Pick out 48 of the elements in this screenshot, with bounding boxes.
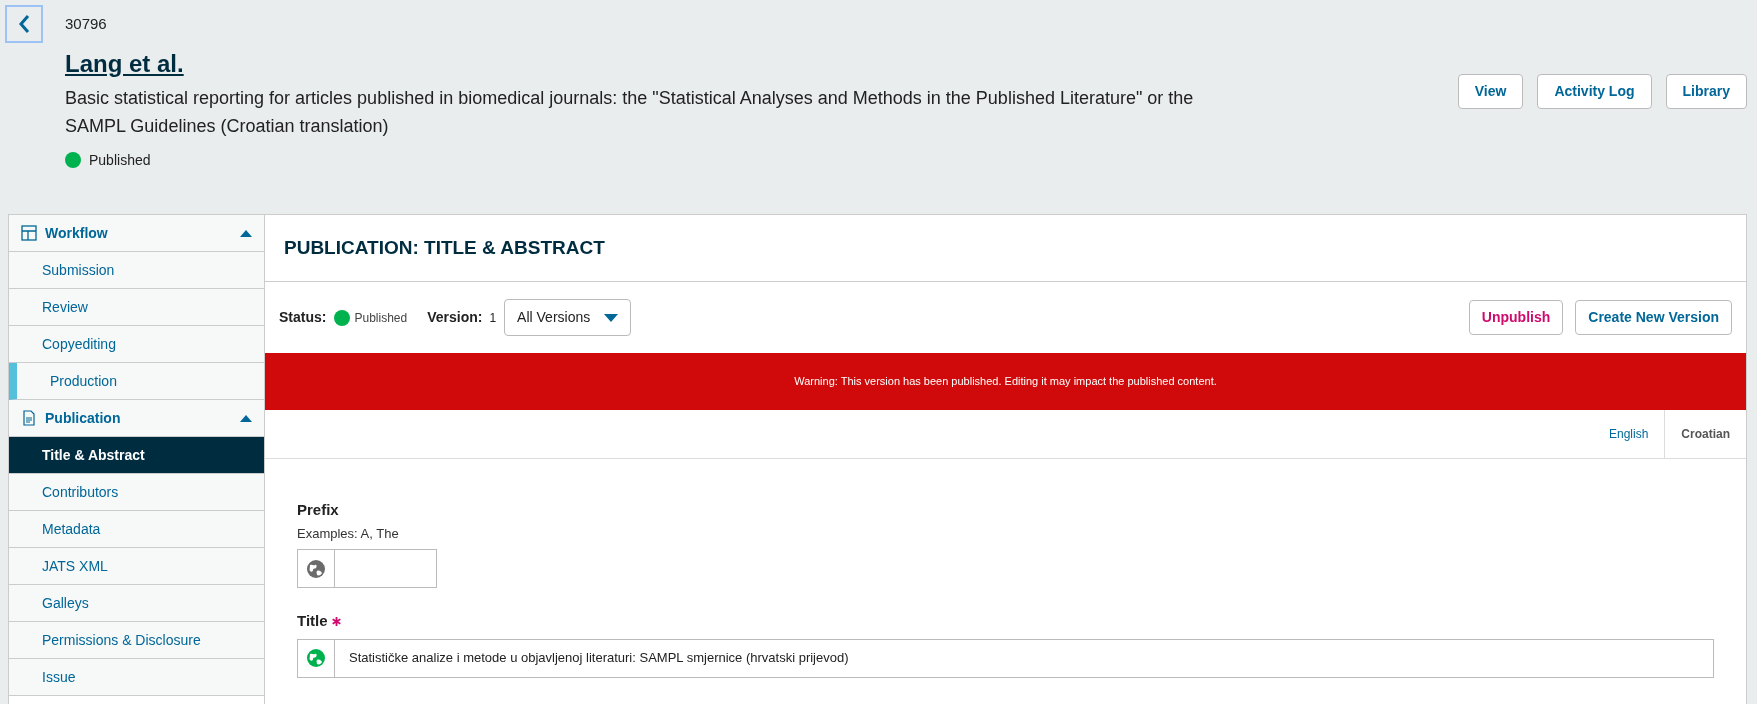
chevron-left-icon	[18, 14, 30, 34]
sidebar-item[interactable]: JATS XML	[9, 548, 264, 585]
document-icon	[21, 410, 37, 426]
status-label: Status:	[279, 308, 327, 327]
header-button[interactable]: View	[1457, 74, 1524, 109]
language-toggle[interactable]	[297, 638, 335, 678]
submission-id: 30796	[65, 14, 108, 34]
globe-icon	[306, 648, 326, 668]
sidebar-item[interactable]: Review	[9, 289, 264, 326]
required-asterisk-icon	[331, 616, 341, 626]
author-link[interactable]: Lang et al.	[65, 45, 184, 82]
language-tab[interactable]: English	[1592, 410, 1665, 458]
caret-icon	[240, 414, 252, 422]
status-text: Published	[354, 309, 408, 327]
header-button[interactable]: Activity Log	[1537, 74, 1652, 109]
warning-banner: Warning: This version has been published. Editing it may impact the published content.	[265, 353, 1746, 410]
caret-down-icon	[604, 313, 619, 322]
caret-icon	[240, 229, 252, 237]
sidebar-item[interactable]: Title & Abstract	[9, 437, 264, 474]
sidebar-item[interactable]: Contributors	[9, 474, 264, 511]
sidebar-item[interactable]: Submission	[9, 252, 264, 289]
version-label: Version:	[427, 308, 483, 327]
action-button[interactable]: Create New Version	[1575, 300, 1732, 335]
sidebar-item[interactable]: Permissions & Disclosure	[9, 622, 264, 659]
sidebar-item[interactable]: Production	[9, 363, 264, 400]
field-description: Examples: A, The	[297, 524, 400, 543]
field-label: Title	[297, 611, 328, 631]
status-text: Published	[89, 150, 151, 170]
sidebar-item[interactable]: Issue	[9, 659, 264, 696]
sidebar-item[interactable]: Metadata	[9, 511, 264, 548]
sidebar-item[interactable]: Galleys	[9, 585, 264, 622]
text-input-field[interactable]: Statističke analize i metode u objavljenoj literaturi: SAMPL smjernice (hrvatski prijevod)	[335, 638, 1714, 678]
back-button[interactable]	[5, 5, 43, 43]
submission-title: Basic statistical reporting for articles published in biomedical journals: the "Statistical Analyses and Methods in the Published Literature" or the SAMPL Guidelines (Croatian translation)	[65, 86, 1195, 138]
sidebar-item[interactable]: Copyediting	[9, 326, 264, 363]
language-tab[interactable]: Croatian	[1664, 410, 1746, 458]
language-toggle[interactable]	[297, 549, 335, 588]
version-number: 1	[489, 309, 497, 327]
text-input-field[interactable]	[335, 549, 437, 588]
sidebar-section-header[interactable]: Workflow	[9, 215, 264, 252]
globe-icon	[306, 558, 326, 579]
sidebar-section-header[interactable]: Publication	[9, 400, 264, 437]
layout-icon	[21, 225, 37, 241]
panel-heading: PUBLICATION: TITLE & ABSTRACT	[284, 235, 605, 260]
action-button[interactable]: Unpublish	[1468, 300, 1564, 335]
header-button[interactable]: Library	[1665, 74, 1747, 109]
field-label: Prefix	[297, 500, 339, 520]
versions-dropdown[interactable]: All Versions	[504, 299, 632, 336]
